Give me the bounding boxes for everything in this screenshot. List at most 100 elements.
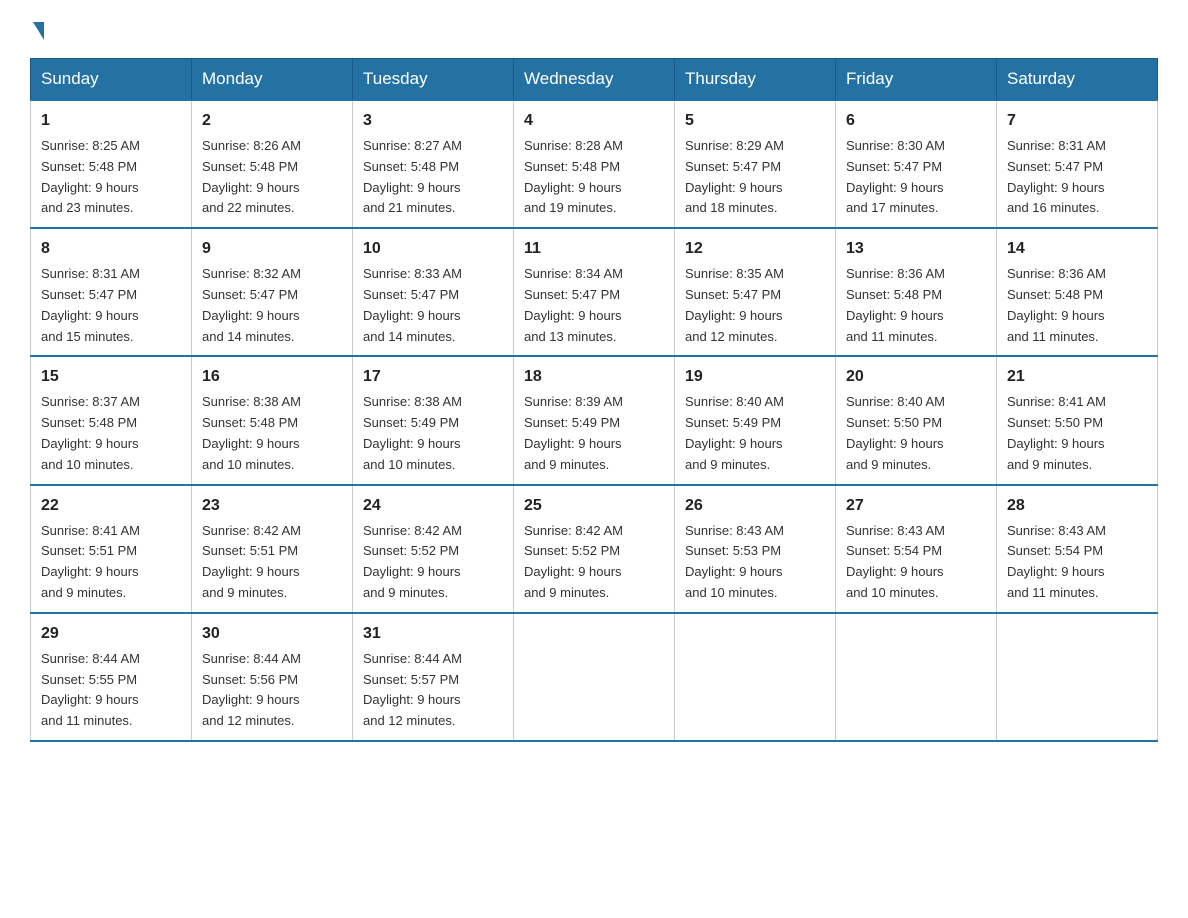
calendar-cell xyxy=(997,613,1158,741)
calendar-cell: 28 Sunrise: 8:43 AMSunset: 5:54 PMDaylig… xyxy=(997,485,1158,613)
calendar-cell: 23 Sunrise: 8:42 AMSunset: 5:51 PMDaylig… xyxy=(192,485,353,613)
week-row-2: 8 Sunrise: 8:31 AMSunset: 5:47 PMDayligh… xyxy=(31,228,1158,356)
day-number: 13 xyxy=(846,237,986,261)
day-number: 25 xyxy=(524,494,664,518)
calendar-cell: 18 Sunrise: 8:39 AMSunset: 5:49 PMDaylig… xyxy=(514,356,675,484)
calendar-cell: 20 Sunrise: 8:40 AMSunset: 5:50 PMDaylig… xyxy=(836,356,997,484)
day-number: 2 xyxy=(202,109,342,133)
calendar-cell: 13 Sunrise: 8:36 AMSunset: 5:48 PMDaylig… xyxy=(836,228,997,356)
calendar-cell: 19 Sunrise: 8:40 AMSunset: 5:49 PMDaylig… xyxy=(675,356,836,484)
day-info: Sunrise: 8:43 AMSunset: 5:54 PMDaylight:… xyxy=(1007,523,1106,600)
calendar-cell: 14 Sunrise: 8:36 AMSunset: 5:48 PMDaylig… xyxy=(997,228,1158,356)
day-info: Sunrise: 8:27 AMSunset: 5:48 PMDaylight:… xyxy=(363,138,462,215)
weekday-header-wednesday: Wednesday xyxy=(514,59,675,101)
day-number: 11 xyxy=(524,237,664,261)
day-number: 6 xyxy=(846,109,986,133)
day-number: 14 xyxy=(1007,237,1147,261)
calendar-cell: 10 Sunrise: 8:33 AMSunset: 5:47 PMDaylig… xyxy=(353,228,514,356)
day-number: 17 xyxy=(363,365,503,389)
day-info: Sunrise: 8:42 AMSunset: 5:51 PMDaylight:… xyxy=(202,523,301,600)
calendar-cell: 27 Sunrise: 8:43 AMSunset: 5:54 PMDaylig… xyxy=(836,485,997,613)
calendar-cell: 8 Sunrise: 8:31 AMSunset: 5:47 PMDayligh… xyxy=(31,228,192,356)
day-number: 8 xyxy=(41,237,181,261)
calendar-cell: 16 Sunrise: 8:38 AMSunset: 5:48 PMDaylig… xyxy=(192,356,353,484)
day-info: Sunrise: 8:37 AMSunset: 5:48 PMDaylight:… xyxy=(41,394,140,471)
calendar-cell: 15 Sunrise: 8:37 AMSunset: 5:48 PMDaylig… xyxy=(31,356,192,484)
calendar-cell: 12 Sunrise: 8:35 AMSunset: 5:47 PMDaylig… xyxy=(675,228,836,356)
calendar-cell: 2 Sunrise: 8:26 AMSunset: 5:48 PMDayligh… xyxy=(192,100,353,228)
calendar-cell: 25 Sunrise: 8:42 AMSunset: 5:52 PMDaylig… xyxy=(514,485,675,613)
week-row-5: 29 Sunrise: 8:44 AMSunset: 5:55 PMDaylig… xyxy=(31,613,1158,741)
day-info: Sunrise: 8:38 AMSunset: 5:49 PMDaylight:… xyxy=(363,394,462,471)
calendar-cell: 7 Sunrise: 8:31 AMSunset: 5:47 PMDayligh… xyxy=(997,100,1158,228)
day-number: 18 xyxy=(524,365,664,389)
week-row-3: 15 Sunrise: 8:37 AMSunset: 5:48 PMDaylig… xyxy=(31,356,1158,484)
calendar-cell: 31 Sunrise: 8:44 AMSunset: 5:57 PMDaylig… xyxy=(353,613,514,741)
day-number: 9 xyxy=(202,237,342,261)
calendar-cell: 30 Sunrise: 8:44 AMSunset: 5:56 PMDaylig… xyxy=(192,613,353,741)
day-number: 27 xyxy=(846,494,986,518)
weekday-header-thursday: Thursday xyxy=(675,59,836,101)
day-number: 12 xyxy=(685,237,825,261)
calendar-cell: 3 Sunrise: 8:27 AMSunset: 5:48 PMDayligh… xyxy=(353,100,514,228)
day-number: 22 xyxy=(41,494,181,518)
day-number: 29 xyxy=(41,622,181,646)
day-info: Sunrise: 8:31 AMSunset: 5:47 PMDaylight:… xyxy=(41,266,140,343)
calendar-cell xyxy=(514,613,675,741)
day-number: 1 xyxy=(41,109,181,133)
calendar-cell: 6 Sunrise: 8:30 AMSunset: 5:47 PMDayligh… xyxy=(836,100,997,228)
day-number: 28 xyxy=(1007,494,1147,518)
day-number: 5 xyxy=(685,109,825,133)
day-info: Sunrise: 8:30 AMSunset: 5:47 PMDaylight:… xyxy=(846,138,945,215)
day-number: 30 xyxy=(202,622,342,646)
day-number: 3 xyxy=(363,109,503,133)
calendar-cell xyxy=(675,613,836,741)
week-row-4: 22 Sunrise: 8:41 AMSunset: 5:51 PMDaylig… xyxy=(31,485,1158,613)
calendar-cell: 24 Sunrise: 8:42 AMSunset: 5:52 PMDaylig… xyxy=(353,485,514,613)
day-info: Sunrise: 8:44 AMSunset: 5:55 PMDaylight:… xyxy=(41,651,140,728)
weekday-header-saturday: Saturday xyxy=(997,59,1158,101)
day-number: 20 xyxy=(846,365,986,389)
calendar-cell: 11 Sunrise: 8:34 AMSunset: 5:47 PMDaylig… xyxy=(514,228,675,356)
calendar-cell: 21 Sunrise: 8:41 AMSunset: 5:50 PMDaylig… xyxy=(997,356,1158,484)
weekday-header-tuesday: Tuesday xyxy=(353,59,514,101)
calendar-cell: 29 Sunrise: 8:44 AMSunset: 5:55 PMDaylig… xyxy=(31,613,192,741)
calendar-cell: 22 Sunrise: 8:41 AMSunset: 5:51 PMDaylig… xyxy=(31,485,192,613)
day-info: Sunrise: 8:34 AMSunset: 5:47 PMDaylight:… xyxy=(524,266,623,343)
day-info: Sunrise: 8:40 AMSunset: 5:49 PMDaylight:… xyxy=(685,394,784,471)
day-info: Sunrise: 8:26 AMSunset: 5:48 PMDaylight:… xyxy=(202,138,301,215)
day-number: 4 xyxy=(524,109,664,133)
day-info: Sunrise: 8:32 AMSunset: 5:47 PMDaylight:… xyxy=(202,266,301,343)
logo xyxy=(30,20,44,40)
calendar-cell xyxy=(836,613,997,741)
day-info: Sunrise: 8:35 AMSunset: 5:47 PMDaylight:… xyxy=(685,266,784,343)
day-number: 16 xyxy=(202,365,342,389)
calendar-cell: 4 Sunrise: 8:28 AMSunset: 5:48 PMDayligh… xyxy=(514,100,675,228)
day-info: Sunrise: 8:25 AMSunset: 5:48 PMDaylight:… xyxy=(41,138,140,215)
day-info: Sunrise: 8:36 AMSunset: 5:48 PMDaylight:… xyxy=(846,266,945,343)
day-number: 7 xyxy=(1007,109,1147,133)
calendar-cell: 17 Sunrise: 8:38 AMSunset: 5:49 PMDaylig… xyxy=(353,356,514,484)
day-info: Sunrise: 8:28 AMSunset: 5:48 PMDaylight:… xyxy=(524,138,623,215)
day-number: 10 xyxy=(363,237,503,261)
day-info: Sunrise: 8:41 AMSunset: 5:51 PMDaylight:… xyxy=(41,523,140,600)
weekday-header-row: SundayMondayTuesdayWednesdayThursdayFrid… xyxy=(31,59,1158,101)
calendar-cell: 9 Sunrise: 8:32 AMSunset: 5:47 PMDayligh… xyxy=(192,228,353,356)
day-number: 19 xyxy=(685,365,825,389)
day-info: Sunrise: 8:44 AMSunset: 5:56 PMDaylight:… xyxy=(202,651,301,728)
calendar-table: SundayMondayTuesdayWednesdayThursdayFrid… xyxy=(30,58,1158,742)
day-info: Sunrise: 8:31 AMSunset: 5:47 PMDaylight:… xyxy=(1007,138,1106,215)
day-number: 31 xyxy=(363,622,503,646)
calendar-cell: 5 Sunrise: 8:29 AMSunset: 5:47 PMDayligh… xyxy=(675,100,836,228)
logo-arrow-icon xyxy=(33,22,44,40)
day-info: Sunrise: 8:42 AMSunset: 5:52 PMDaylight:… xyxy=(363,523,462,600)
calendar-cell: 1 Sunrise: 8:25 AMSunset: 5:48 PMDayligh… xyxy=(31,100,192,228)
day-info: Sunrise: 8:42 AMSunset: 5:52 PMDaylight:… xyxy=(524,523,623,600)
day-info: Sunrise: 8:40 AMSunset: 5:50 PMDaylight:… xyxy=(846,394,945,471)
day-info: Sunrise: 8:39 AMSunset: 5:49 PMDaylight:… xyxy=(524,394,623,471)
weekday-header-sunday: Sunday xyxy=(31,59,192,101)
day-number: 21 xyxy=(1007,365,1147,389)
day-info: Sunrise: 8:38 AMSunset: 5:48 PMDaylight:… xyxy=(202,394,301,471)
calendar-cell: 26 Sunrise: 8:43 AMSunset: 5:53 PMDaylig… xyxy=(675,485,836,613)
day-info: Sunrise: 8:44 AMSunset: 5:57 PMDaylight:… xyxy=(363,651,462,728)
